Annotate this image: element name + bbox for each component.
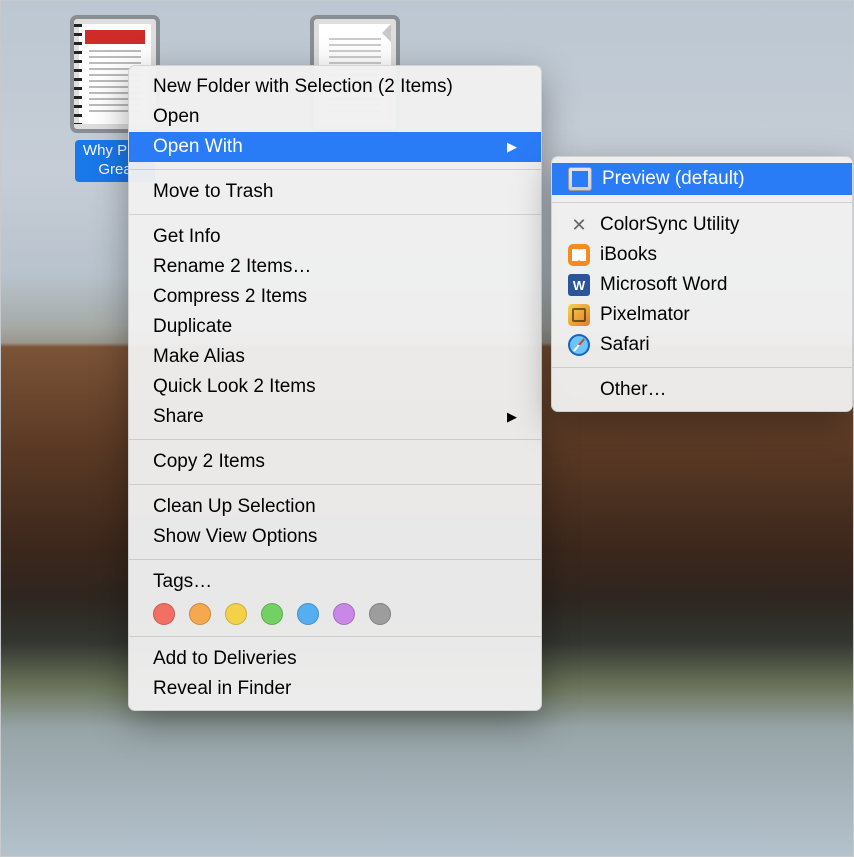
preview-icon <box>568 167 592 191</box>
menu-item-make_alias[interactable]: Make Alias <box>129 342 541 372</box>
menu-item-label: Copy 2 Items <box>153 451 265 473</box>
menu-item-clean_up[interactable]: Clean Up Selection <box>129 492 541 522</box>
submenu-item-label: ColorSync Utility <box>600 214 739 236</box>
menu-item-label: Duplicate <box>153 316 232 338</box>
submenu-item-safari[interactable]: Safari <box>552 330 852 360</box>
menu-item-get_info[interactable]: Get Info <box>129 222 541 252</box>
menu-separator <box>129 439 541 440</box>
menu-item-compress[interactable]: Compress 2 Items <box>129 282 541 312</box>
menu-item-duplicate[interactable]: Duplicate <box>129 312 541 342</box>
menu-item-label: Compress 2 Items <box>153 286 307 308</box>
menu-item-label: New Folder with Selection (2 Items) <box>153 76 453 98</box>
submenu-item-word[interactable]: W Microsoft Word <box>552 270 852 300</box>
submenu-item-label: Other… <box>600 379 667 401</box>
submenu-item-label: Preview (default) <box>602 168 745 190</box>
menu-item-label: Add to Deliveries <box>153 648 297 670</box>
submenu-item-preview[interactable]: Preview (default) <box>552 163 852 195</box>
ibooks-icon <box>568 244 590 266</box>
tag-dot[interactable] <box>261 603 283 625</box>
submenu-item-ibooks[interactable]: iBooks <box>552 240 852 270</box>
tag-dot[interactable] <box>153 603 175 625</box>
submenu-item-label: iBooks <box>600 244 657 266</box>
menu-item-label: Open With <box>153 136 243 158</box>
menu-item-tags[interactable]: Tags… <box>129 567 541 597</box>
menu-item-label: Move to Trash <box>153 181 273 203</box>
menu-separator <box>552 202 852 203</box>
tag-dot[interactable] <box>333 603 355 625</box>
tag-dot[interactable] <box>225 603 247 625</box>
submenu-item-label: Microsoft Word <box>600 274 727 296</box>
menu-separator <box>129 559 541 560</box>
menu-separator <box>129 484 541 485</box>
submenu-item-other[interactable]: Other… <box>552 375 852 405</box>
submenu-arrow-icon: ▶ <box>507 139 517 155</box>
menu-item-open_with[interactable]: Open With ▶ <box>129 132 541 162</box>
menu-item-label: Show View Options <box>153 526 317 548</box>
menu-item-move_to_trash[interactable]: Move to Trash <box>129 177 541 207</box>
menu-item-label: Rename 2 Items… <box>153 256 311 278</box>
menu-separator <box>129 214 541 215</box>
menu-item-new_folder_sel[interactable]: New Folder with Selection (2 Items) <box>129 72 541 102</box>
menu-item-label: Share <box>153 406 204 428</box>
tag-dot[interactable] <box>297 603 319 625</box>
submenu-arrow-icon: ▶ <box>507 409 517 425</box>
menu-item-reveal_finder[interactable]: Reveal in Finder <box>129 674 541 704</box>
context-menu[interactable]: New Folder with Selection (2 Items) Open O… <box>128 65 542 711</box>
desktop-background: Why PDF Grea New Folder with Selection (… <box>0 0 854 857</box>
menu-item-add_deliveries[interactable]: Add to Deliveries <box>129 644 541 674</box>
menu-separator <box>129 169 541 170</box>
submenu-item-pixelmator[interactable]: Pixelmator <box>552 300 852 330</box>
menu-item-label: Clean Up Selection <box>153 496 316 518</box>
submenu-item-label: Pixelmator <box>600 304 690 326</box>
submenu-item-colorsync[interactable]: ColorSync Utility <box>552 210 852 240</box>
submenu-item-label: Safari <box>600 334 650 356</box>
menu-item-label: Make Alias <box>153 346 245 368</box>
menu-item-label: Tags… <box>153 571 212 593</box>
word-icon: W <box>568 274 590 296</box>
safari-icon <box>568 334 590 356</box>
menu-item-open[interactable]: Open <box>129 102 541 132</box>
menu-item-quick_look[interactable]: Quick Look 2 Items <box>129 372 541 402</box>
open-with-submenu[interactable]: Preview (default) ColorSync Utility iBooks… <box>551 156 853 412</box>
menu-item-share[interactable]: Share ▶ <box>129 402 541 432</box>
pixelmator-icon <box>568 304 590 326</box>
menu-item-label: Get Info <box>153 226 221 248</box>
tag-dot[interactable] <box>369 603 391 625</box>
menu-item-label: Reveal in Finder <box>153 678 291 700</box>
tag-dot[interactable] <box>189 603 211 625</box>
menu-separator <box>129 636 541 637</box>
colorsync-icon <box>568 214 590 236</box>
menu-item-copy[interactable]: Copy 2 Items <box>129 447 541 477</box>
menu-separator <box>552 367 852 368</box>
menu-item-label: Quick Look 2 Items <box>153 376 316 398</box>
menu-item-rename[interactable]: Rename 2 Items… <box>129 252 541 282</box>
menu-item-view_options[interactable]: Show View Options <box>129 522 541 552</box>
menu-item-label: Open <box>153 106 199 128</box>
tags-row <box>129 597 541 629</box>
